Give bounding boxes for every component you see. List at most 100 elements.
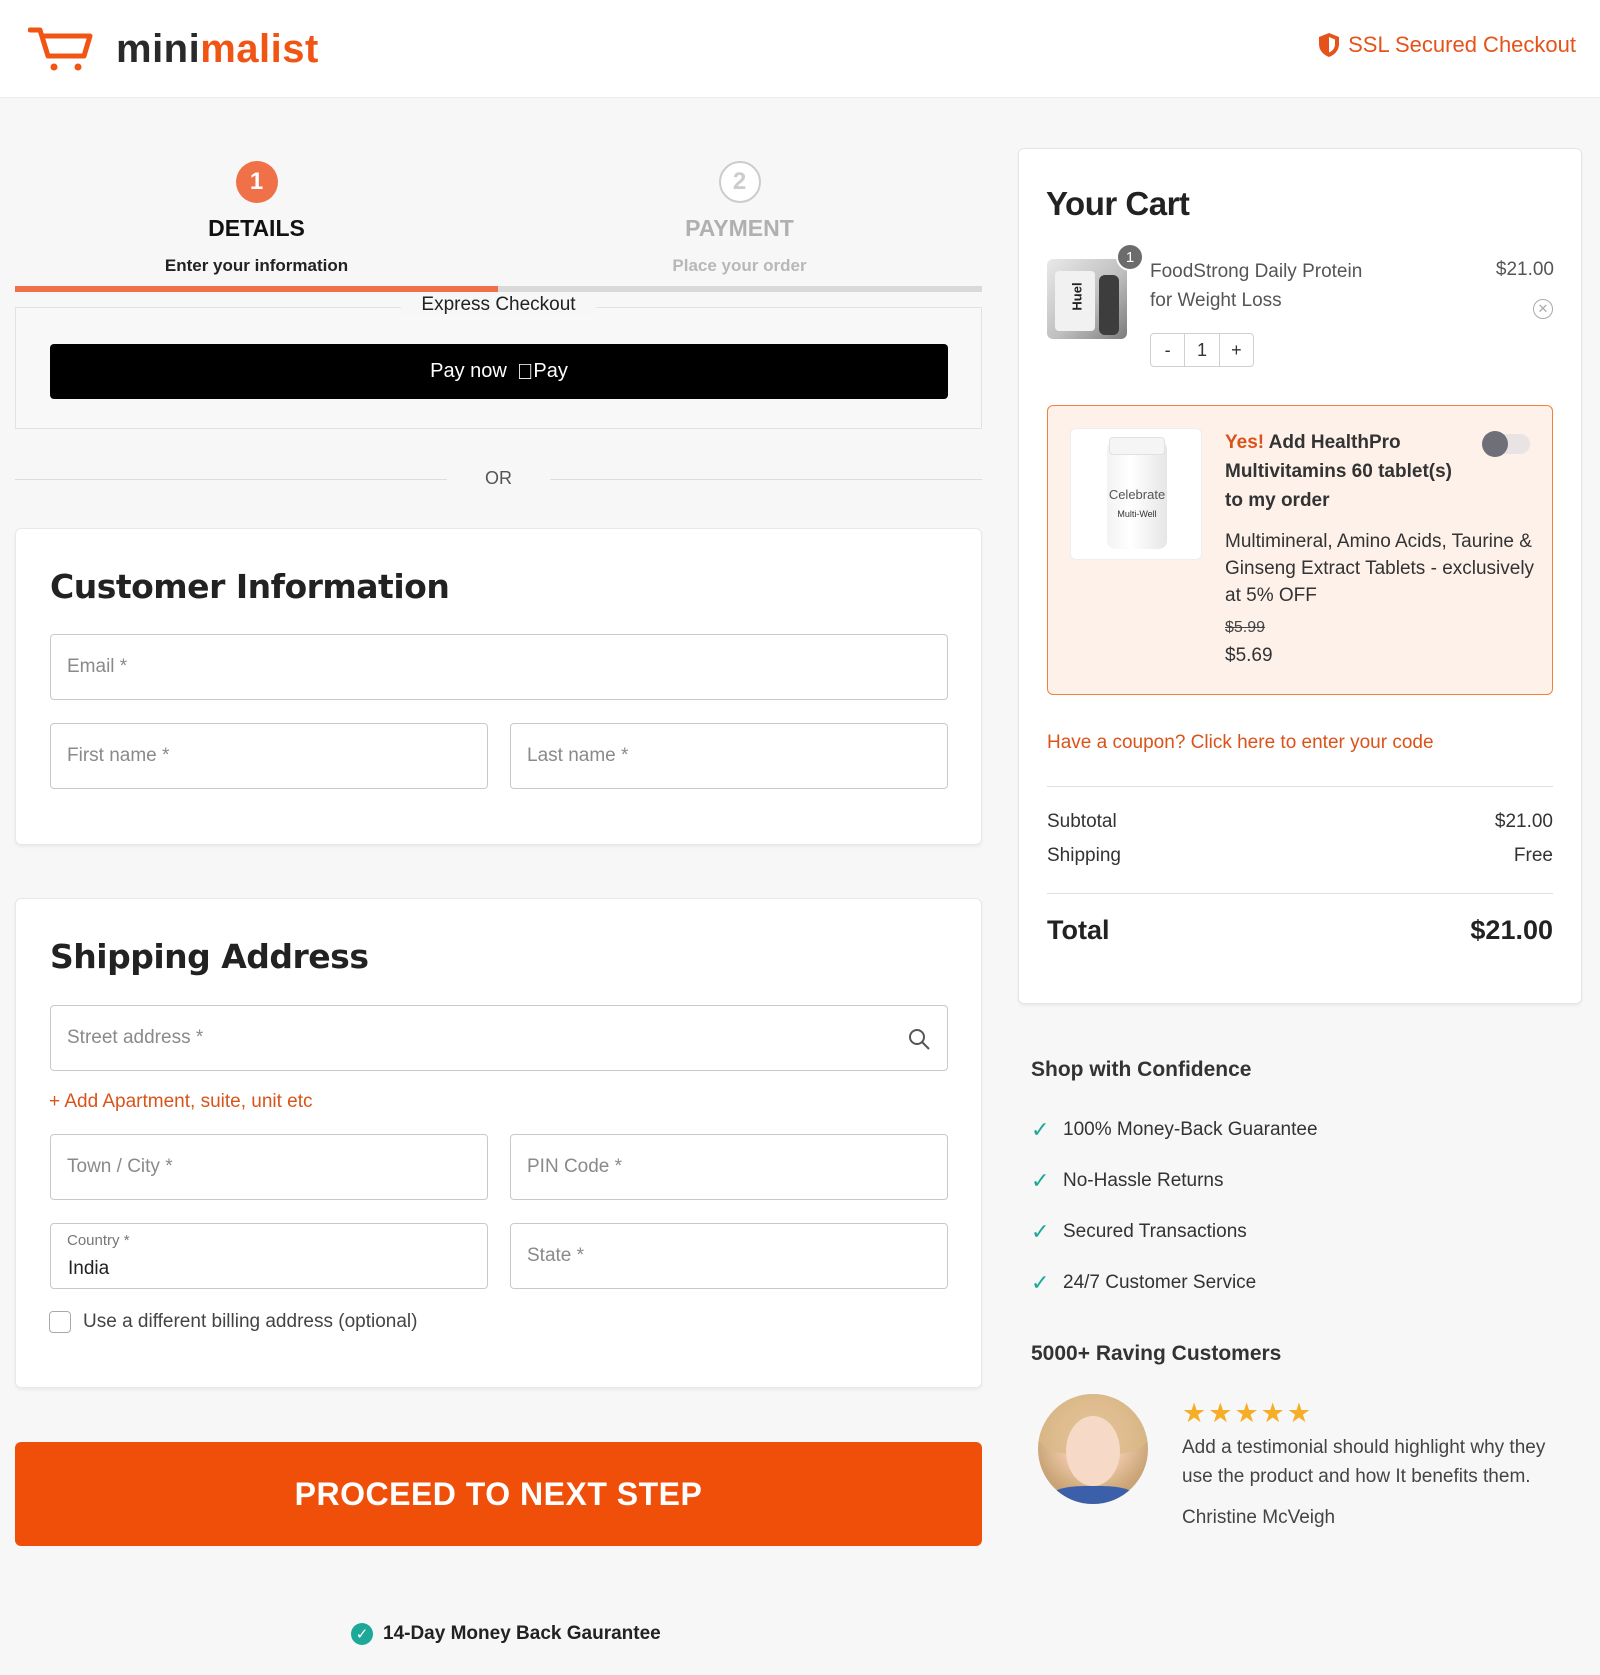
last-name-field[interactable]: Last name *	[510, 723, 948, 789]
product-name[interactable]: FoodStrong Daily Protein for Weight Loss	[1150, 257, 1380, 315]
ssl-label: SSL Secured Checkout	[1348, 32, 1576, 57]
or-text: OR	[485, 468, 512, 488]
confidence-item: ✓ 24/7 Customer Service	[1031, 1269, 1257, 1295]
avatar	[1038, 1394, 1148, 1504]
pay-brand-label: Pay	[525, 360, 567, 382]
proceed-button[interactable]: PROCEED TO NEXT STEP	[15, 1442, 982, 1546]
quantity-badge: 1	[1116, 243, 1144, 271]
remove-item-icon[interactable]: ✕	[1533, 299, 1553, 319]
billing-address-option[interactable]: Use a different billing address (optiona…	[49, 1311, 417, 1333]
shield-icon	[1319, 33, 1340, 57]
progress-fill	[15, 286, 498, 292]
divider	[1047, 786, 1553, 787]
check-circle-icon: ✓	[351, 1623, 373, 1645]
upsell-product-image: Celebrate Multi-Well	[1070, 428, 1202, 560]
checkmark-icon: ✓	[1031, 1167, 1050, 1193]
cart-title: Your Cart	[1046, 185, 1190, 222]
cart-icon	[28, 27, 93, 71]
checkout-steps: 1 DETAILS Enter your information 2 PAYME…	[15, 158, 982, 293]
billing-checkbox[interactable]	[49, 1311, 71, 1333]
country-value: India	[68, 1258, 110, 1279]
pay-now-label: Pay now	[430, 360, 507, 382]
shipping-value: Free	[1513, 845, 1553, 866]
country-label: Country *	[67, 1232, 130, 1249]
or-divider: OR	[15, 468, 982, 492]
quantity-input[interactable]: 1	[1184, 334, 1220, 366]
logo[interactable]: minimalist	[28, 24, 319, 74]
total-value: $21.00	[1470, 915, 1553, 945]
subtotal-label: Subtotal	[1047, 811, 1117, 832]
state-placeholder: State *	[527, 1245, 585, 1266]
country-select[interactable]: Country * India	[50, 1223, 488, 1289]
step-title: PAYMENT	[685, 215, 794, 241]
checkmark-icon: ✓	[1031, 1269, 1050, 1295]
total-row: Total $21.00	[1047, 915, 1553, 946]
upsell-new-price: $5.69	[1225, 645, 1273, 666]
quantity-stepper: - 1 +	[1150, 333, 1254, 367]
upsell-offer: Celebrate Multi-Well Yes! Add HealthPro …	[1047, 405, 1553, 695]
street-address-field[interactable]: Street address *	[50, 1005, 948, 1071]
confidence-item: ✓ 100% Money-Back Guarantee	[1031, 1116, 1318, 1142]
guarantee-text: 14-Day Money Back Gaurantee	[383, 1623, 661, 1644]
upsell-toggle[interactable]	[1482, 431, 1530, 457]
checkmark-icon: ✓	[1031, 1218, 1050, 1244]
email-placeholder: Email *	[67, 656, 128, 677]
upsell-description: Multimineral, Amino Acids, Taurine & Gin…	[1225, 531, 1535, 606]
subtotal-value: $21.00	[1494, 811, 1553, 832]
step-details[interactable]: 1 DETAILS Enter your information	[15, 158, 498, 276]
section-title: Shipping Address	[50, 937, 369, 976]
state-field[interactable]: State *	[510, 1223, 948, 1289]
divider	[1047, 893, 1553, 894]
city-placeholder: Town / City *	[67, 1156, 173, 1177]
star-icon: ★	[1260, 1398, 1287, 1428]
toggle-knob	[1482, 431, 1508, 457]
money-back-guarantee: ✓ 14-Day Money Back Gaurantee	[351, 1623, 661, 1645]
last-name-placeholder: Last name *	[527, 745, 629, 766]
increase-button[interactable]: +	[1220, 334, 1253, 366]
apple-icon: 	[517, 359, 534, 385]
total-label: Total	[1047, 915, 1110, 945]
star-icon: ★	[1182, 1398, 1209, 1428]
step-progress-bar	[15, 286, 982, 292]
star-rating: ★★★★★	[1182, 1398, 1313, 1429]
express-checkout-label: Express Checkout	[401, 294, 596, 315]
billing-checkbox-label: Use a different billing address (optiona…	[83, 1311, 418, 1332]
first-name-placeholder: First name *	[67, 745, 170, 766]
confidence-item: ✓ Secured Transactions	[1031, 1218, 1247, 1244]
upsell-yes: Yes!	[1225, 432, 1265, 453]
express-checkout: Express Checkout Pay now Pay	[15, 294, 982, 429]
star-icon: ★	[1286, 1398, 1314, 1428]
step-payment[interactable]: 2 PAYMENT Place your order	[498, 158, 981, 276]
coupon-link[interactable]: Have a coupon? Click here to enter your …	[1047, 732, 1434, 754]
product-thumbnail: Huel	[1047, 259, 1127, 339]
search-icon[interactable]	[907, 1027, 931, 1051]
product-price: $21.00	[1495, 259, 1554, 280]
ssl-badge: SSL Secured Checkout	[1318, 32, 1576, 58]
step-title: DETAILS	[208, 215, 305, 241]
shipping-label: Shipping	[1047, 845, 1121, 866]
confidence-item: ✓ No-Hassle Returns	[1031, 1167, 1224, 1193]
shop-with-confidence: Shop with Confidence ✓ 100% Money-Back Gu…	[1031, 1058, 1571, 1308]
logo-text: minimalist	[116, 26, 319, 71]
cart-panel: Your Cart Huel 1 FoodStrong Daily Protei…	[1018, 148, 1582, 1004]
shipping-row: Shipping Free	[1047, 845, 1553, 867]
confidence-title: Shop with Confidence	[1031, 1058, 1252, 1081]
street-placeholder: Street address *	[67, 1027, 204, 1048]
star-icon: ★	[1234, 1398, 1261, 1428]
upsell-headline: Yes! Add HealthPro Multivitamins 60 tabl…	[1225, 432, 1452, 511]
email-field[interactable]: Email *	[50, 634, 948, 700]
step-number: 2	[718, 161, 761, 203]
decrease-button[interactable]: -	[1151, 334, 1184, 366]
testimonial-author: Christine McVeigh	[1182, 1507, 1336, 1528]
site-header: minimalist SSL Secured Checkout	[0, 0, 1600, 98]
pin-code-field[interactable]: PIN Code *	[510, 1134, 948, 1200]
add-apartment-link[interactable]: + Add Apartment, suite, unit etc	[49, 1091, 313, 1113]
pin-placeholder: PIN Code *	[527, 1156, 623, 1177]
first-name-field[interactable]: First name *	[50, 723, 488, 789]
upsell-old-price: $5.99	[1225, 619, 1266, 636]
subtotal-row: Subtotal $21.00	[1047, 811, 1553, 833]
apple-pay-button[interactable]: Pay now Pay	[50, 344, 948, 399]
customer-information-card: Customer Information Email * First name …	[15, 528, 982, 845]
city-field[interactable]: Town / City *	[50, 1134, 488, 1200]
step-subtitle: Enter your information	[164, 256, 349, 275]
